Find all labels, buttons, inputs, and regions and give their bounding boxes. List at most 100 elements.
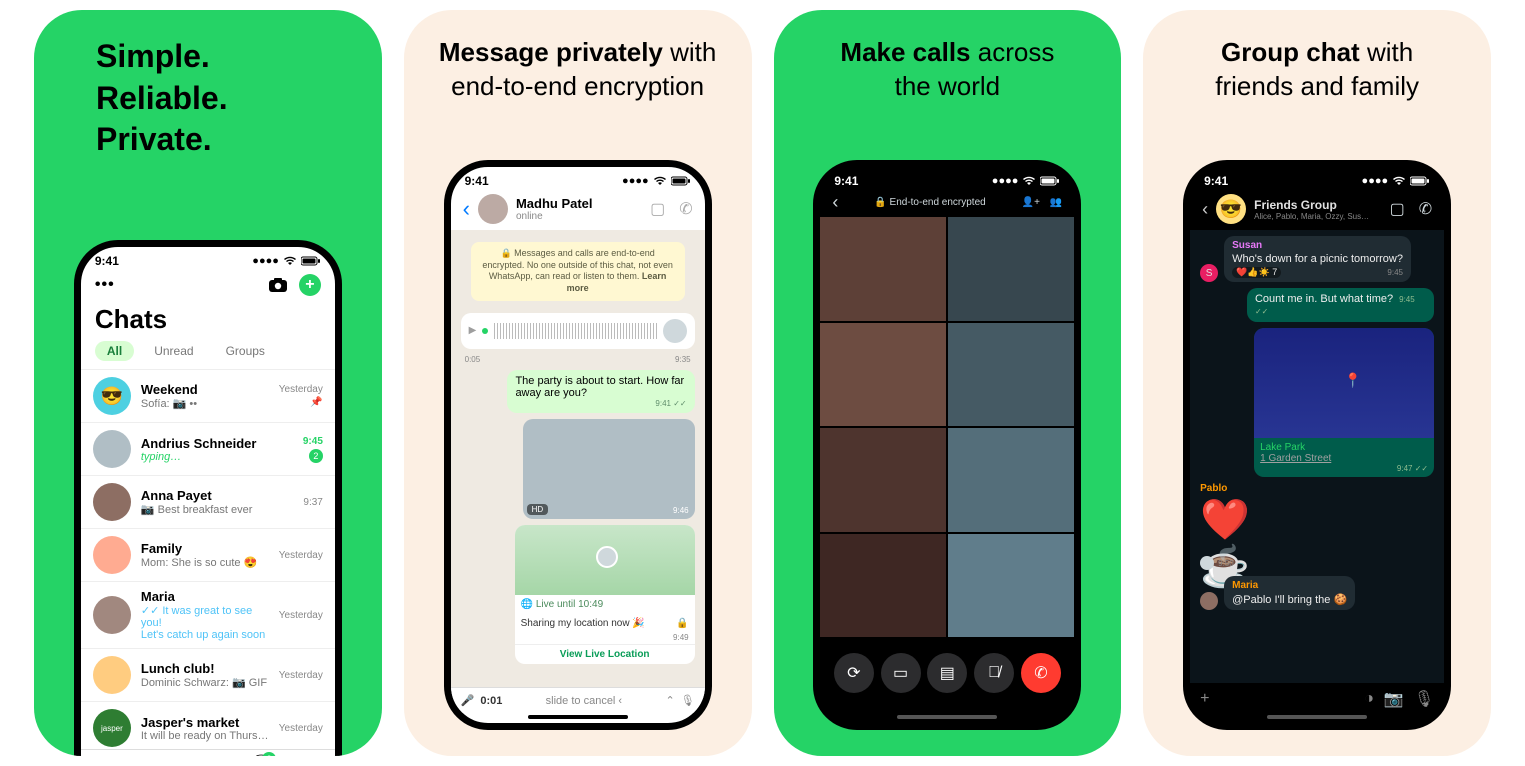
chat-row[interactable]: Lunch club!Dominic Schwarz: 📷 GIFYesterd…: [81, 648, 335, 701]
camera-icon[interactable]: 📷: [1384, 689, 1404, 709]
gear-icon: ⚙: [302, 754, 315, 756]
tab-settings[interactable]: ⚙Settings: [293, 754, 322, 756]
play-icon[interactable]: ▶: [469, 325, 477, 336]
end-call-button[interactable]: ✆: [1021, 653, 1061, 693]
sticker-icon[interactable]: ◑: [1364, 690, 1374, 708]
phone-mock-4: 9:41 ●●●● ‹ 😎 Friends GroupAlice, Pablo,…: [1183, 160, 1451, 730]
map-thumbnail: [515, 525, 695, 595]
add-person-icon[interactable]: 👤+: [1022, 197, 1040, 208]
people-icon: 👥: [197, 754, 214, 756]
image-message[interactable]: HD9:46: [523, 419, 695, 519]
message-in[interactable]: Susan Who's down for a picnic tomorrow? …: [1224, 236, 1411, 282]
group-header: ‹ 😎 Friends GroupAlice, Pablo, Maria, Oz…: [1190, 190, 1444, 230]
playhead-icon: [482, 328, 488, 334]
chat-row[interactable]: Andrius Schneidertyping…9:452: [81, 422, 335, 475]
filter-row: All Unread Groups: [81, 341, 335, 369]
participants-icon[interactable]: 👥: [1050, 197, 1062, 208]
group-chat-body: S Susan Who's down for a picnic tomorrow…: [1190, 230, 1444, 683]
chevron-up-icon[interactable]: ⌃: [665, 694, 674, 707]
call-header: ‹ 🔒 End-to-end encrypted 👤+ 👥: [820, 190, 1074, 217]
group-avatar[interactable]: 😎: [1216, 194, 1246, 224]
mic-recording-icon: 🎤: [461, 694, 475, 707]
tab-updates[interactable]: ◌Updates: [93, 754, 123, 756]
flip-camera-button[interactable]: ⟳: [834, 653, 874, 693]
avatar: [663, 319, 687, 343]
hd-badge: HD: [527, 504, 549, 515]
chat-body: 🔒 Messages and calls are end-to-end encr…: [451, 230, 705, 687]
video-tile[interactable]: [948, 323, 1074, 427]
status-bar: 9:41 ●●●●: [820, 167, 1074, 190]
back-icon[interactable]: ‹: [832, 192, 838, 213]
view-live-location-button[interactable]: View Live Location: [515, 644, 695, 664]
new-chat-button[interactable]: +: [299, 274, 321, 296]
chat-list: 😎WeekendSofía: 📷 ••Yesterday📌 Andrius Sc…: [81, 369, 335, 749]
screen-share-button[interactable]: ▭: [881, 653, 921, 693]
encryption-label: 🔒 End-to-end encrypted: [874, 197, 985, 208]
chat-row[interactable]: Anna Payet📷 Best breakfast ever9:37: [81, 475, 335, 528]
chat-row[interactable]: FamilyMom: She is so cute 😍Yesterday: [81, 528, 335, 581]
location-message[interactable]: 📍 Lake Park1 Garden Street9:47 ✓✓: [1254, 328, 1434, 477]
battery-icon: [1410, 176, 1430, 186]
video-tile[interactable]: [820, 217, 946, 321]
chat-row[interactable]: Maria✓✓ It was great to see you! Let's c…: [81, 581, 335, 648]
group-members: Alice, Pablo, Maria, Ozzy, Sus…: [1254, 212, 1369, 221]
video-call-icon[interactable]: ▢: [650, 199, 665, 219]
map-thumbnail: 📍: [1254, 328, 1434, 438]
signal-icon: ●●●●: [992, 175, 1019, 187]
mute-button[interactable]: 🎙̸: [974, 653, 1014, 693]
sender-avatar: [1200, 592, 1218, 610]
tab-chats[interactable]: 💬2Chats: [250, 754, 272, 756]
headline-3: Make calls across the world: [816, 36, 1078, 156]
message-out[interactable]: The party is about to start. How far awa…: [507, 370, 694, 413]
back-icon[interactable]: ‹: [1202, 199, 1208, 220]
message-input[interactable]: [1219, 694, 1354, 704]
home-indicator: [528, 715, 628, 719]
more-icon[interactable]: •••: [95, 276, 115, 294]
status-icons: ●●●●: [252, 255, 321, 267]
location-message[interactable]: 🌐 Live until 10:49 Sharing my location n…: [515, 525, 695, 664]
voice-call-icon[interactable]: ✆: [679, 199, 692, 219]
filter-all[interactable]: All: [95, 341, 134, 361]
voice-message[interactable]: ▶: [461, 313, 695, 349]
video-tile[interactable]: [820, 323, 946, 427]
video-tile[interactable]: [948, 217, 1074, 321]
camera-icon[interactable]: [269, 278, 287, 292]
filter-unread[interactable]: Unread: [142, 341, 205, 361]
call-controls: ⟳ ▭ ▤ 🎙̸ ✆: [820, 639, 1074, 715]
sender-avatar: S: [1200, 264, 1218, 282]
home-indicator: [1267, 715, 1367, 719]
slide-to-cancel[interactable]: slide to cancel ‹: [508, 695, 659, 707]
tab-calls[interactable]: ✆Calls: [144, 754, 162, 756]
message-in[interactable]: Maria @Pablo I'll bring the 🍪: [1224, 576, 1355, 610]
video-tile[interactable]: [820, 428, 946, 532]
group-name[interactable]: Friends Group: [1254, 198, 1369, 212]
phone-mock-3: 9:41 ●●●● ‹ 🔒 End-to-end encrypted 👤+ 👥 ⟳: [813, 160, 1081, 730]
video-tile[interactable]: [948, 534, 1074, 638]
back-icon[interactable]: ‹: [463, 196, 470, 222]
mic-icon[interactable]: 🎙: [1414, 689, 1434, 709]
tab-communities[interactable]: 👥Communities: [183, 754, 230, 756]
video-tile[interactable]: [820, 534, 946, 638]
phone-mock-1: 9:41 ●●●● ••• +: [74, 240, 342, 756]
contact-name[interactable]: Madhu Patel: [516, 196, 593, 211]
plus-icon[interactable]: +: [1200, 690, 1209, 708]
tab-bar: ◌Updates ✆Calls 👥Communities 💬2Chats ⚙Se…: [81, 749, 335, 756]
chat-row[interactable]: 😎WeekendSofía: 📷 ••Yesterday📌: [81, 369, 335, 422]
wifi-icon: [653, 176, 667, 186]
recording-bar: 🎤 0:01 slide to cancel ‹ ⌃ 🎙: [451, 687, 705, 713]
contact-status: online: [516, 211, 593, 222]
promo-card-3: Make calls across the world 9:41 ●●●● ‹ …: [774, 10, 1122, 756]
video-call-icon[interactable]: ▢: [1390, 199, 1405, 219]
chat-row[interactable]: jasperJasper's marketIt will be ready on…: [81, 701, 335, 749]
video-tile[interactable]: [948, 428, 1074, 532]
avatar[interactable]: [478, 194, 508, 224]
voice-call-icon[interactable]: ✆: [1419, 199, 1432, 219]
reactions[interactable]: ❤️👍☀️ 7: [1232, 267, 1281, 278]
message-out[interactable]: Count me in. But what time?9:45 ✓✓: [1247, 288, 1434, 322]
waveform-icon: [494, 323, 656, 339]
mic-icon[interactable]: 🎙: [681, 694, 695, 707]
chat-bubble-icon: 💬2: [253, 754, 270, 756]
filter-groups[interactable]: Groups: [214, 341, 277, 361]
sticker-message[interactable]: Pablo ❤️☕ 9:50: [1200, 483, 1270, 570]
video-off-button[interactable]: ▤: [927, 653, 967, 693]
